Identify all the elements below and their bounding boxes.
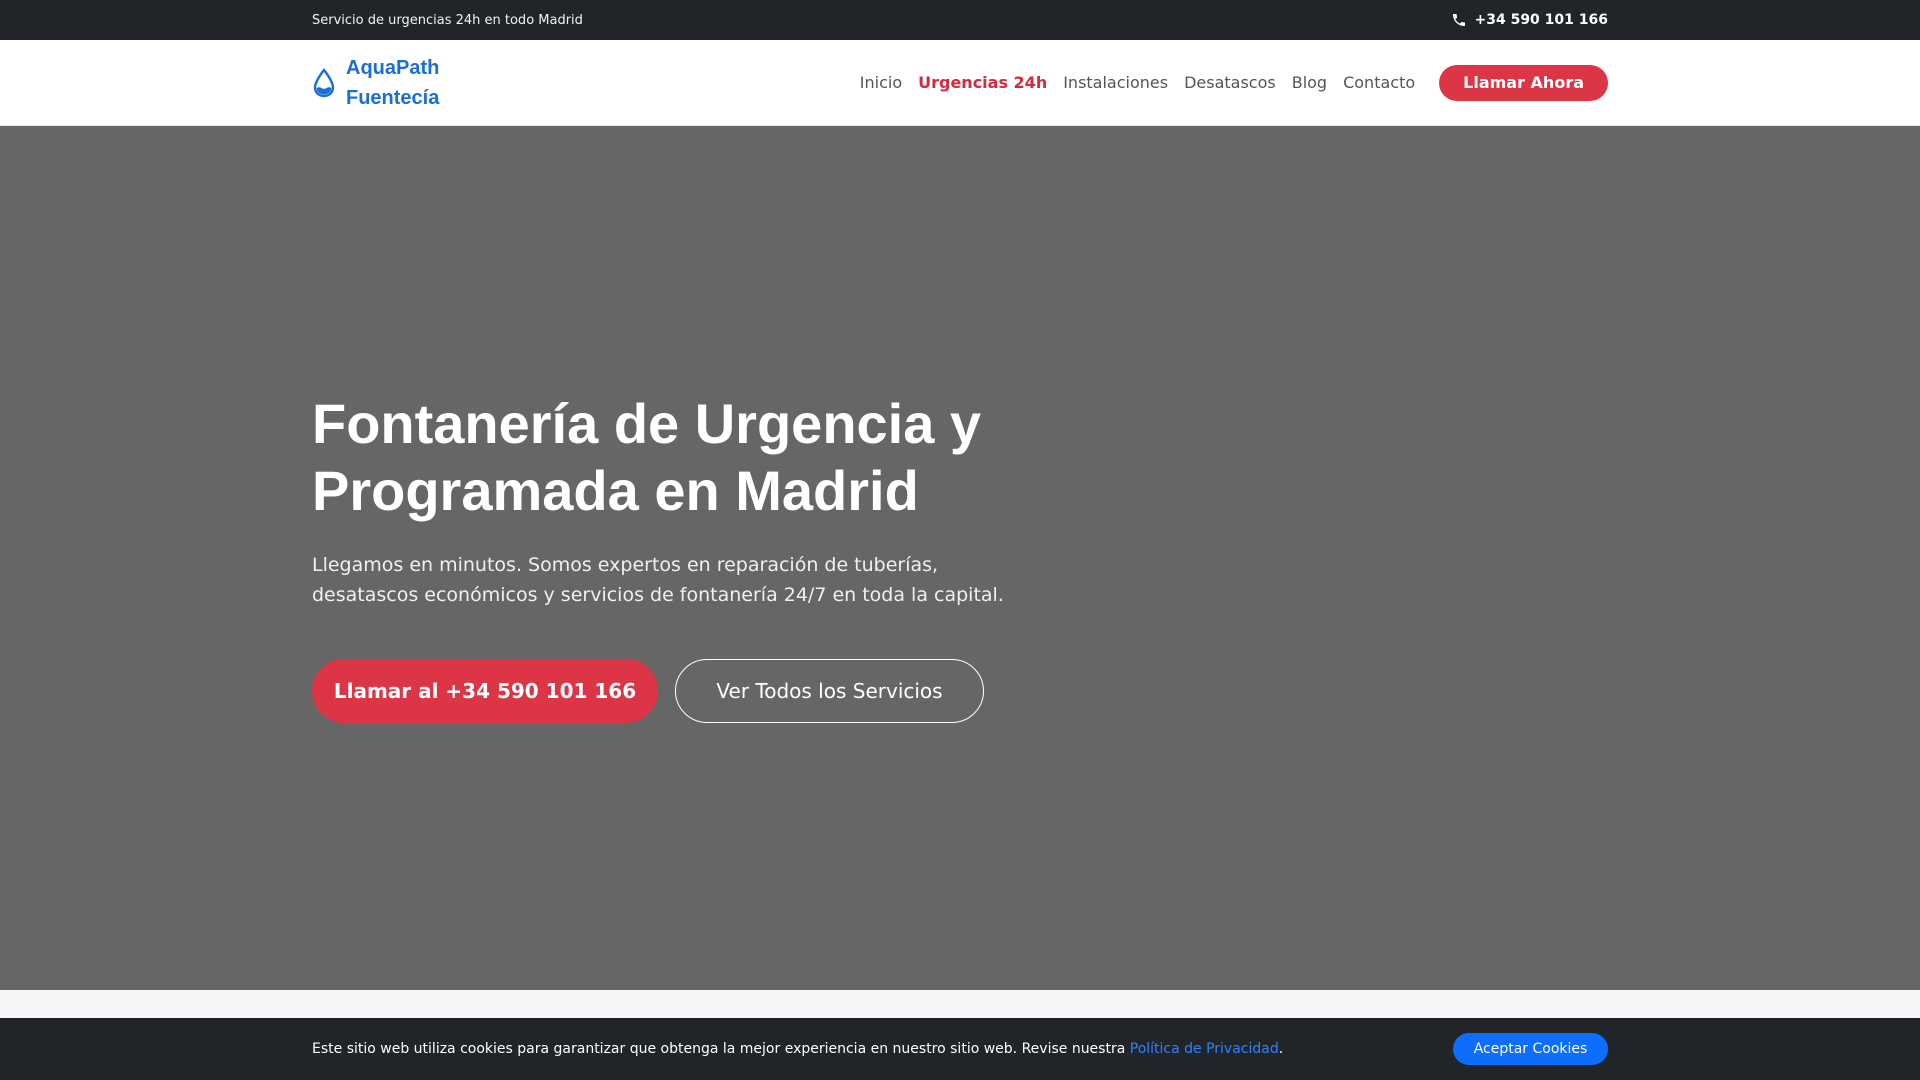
brand-name-line2: Fuentecía xyxy=(346,86,440,109)
hero-title-line2: Programada en Madrid xyxy=(312,459,919,522)
topbar-service-text: Servicio de urgencias 24h en todo Madrid xyxy=(312,12,583,28)
view-services-button[interactable]: Ver Todos los Servicios xyxy=(675,659,984,723)
nav-link-contacto[interactable]: Contacto xyxy=(1343,73,1415,92)
hero-call-button[interactable]: Llamar al +34 590 101 166 xyxy=(312,659,658,723)
nav-links: Inicio Urgencias 24h Instalaciones Desat… xyxy=(860,73,1415,92)
nav-link-inicio[interactable]: Inicio xyxy=(860,73,902,92)
privacy-policy-link[interactable]: Política de Privacidad xyxy=(1130,1041,1279,1057)
nav-link-blog[interactable]: Blog xyxy=(1292,73,1327,92)
cookie-text: Este sitio web utiliza cookies para gara… xyxy=(312,1041,1283,1057)
nav-right: Inicio Urgencias 24h Instalaciones Desat… xyxy=(860,64,1608,101)
accept-cookies-button[interactable]: Aceptar Cookies xyxy=(1453,1033,1608,1065)
hero-section: Fontanería de Urgencia y Programada en M… xyxy=(0,126,1920,990)
cookie-banner: Este sitio web utiliza cookies para gara… xyxy=(0,1018,1920,1080)
hero-title-line1: Fontanería de Urgencia y xyxy=(312,392,982,455)
nav-link-instalaciones[interactable]: Instalaciones xyxy=(1063,73,1168,92)
top-bar: Servicio de urgencias 24h en todo Madrid… xyxy=(0,0,1920,40)
hero-title: Fontanería de Urgencia y Programada en M… xyxy=(312,390,1072,524)
hero-description: Llegamos en minutos. Somos expertos en r… xyxy=(312,554,1004,606)
nav-link-desatascos[interactable]: Desatascos xyxy=(1184,73,1276,92)
brand-name-line1: AquaPath xyxy=(346,56,440,79)
cookie-text-end: . xyxy=(1278,1041,1284,1057)
cookie-text-main: Este sitio web utiliza cookies para gara… xyxy=(312,1041,1130,1057)
topbar-phone-number: +34 590 101 166 xyxy=(1474,12,1608,28)
main-navbar: AquaPath Fuentecía Inicio Urgencias 24h … xyxy=(0,40,1920,126)
nav-link-urgencias[interactable]: Urgencias 24h xyxy=(918,73,1047,92)
brand-name: AquaPath Fuentecía xyxy=(346,53,456,113)
section-divider xyxy=(0,990,1920,1018)
topbar-phone-link[interactable]: +34 590 101 166 xyxy=(1451,12,1608,28)
hero-actions: Llamar al +34 590 101 166 Ver Todos los … xyxy=(312,659,984,723)
call-now-button[interactable]: Llamar Ahora xyxy=(1439,64,1608,101)
brand-logo-link[interactable]: AquaPath Fuentecía xyxy=(312,53,456,113)
phone-icon xyxy=(1453,14,1466,26)
water-drop-icon xyxy=(313,67,335,97)
